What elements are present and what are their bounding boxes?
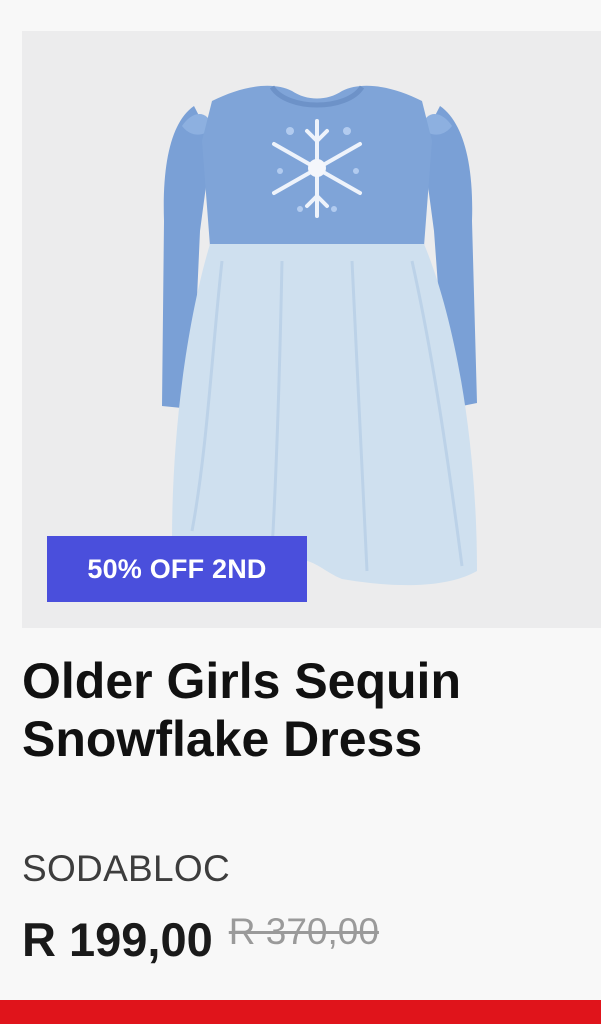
original-price: R 370,00 [228, 911, 379, 952]
accent-bar [0, 1000, 601, 1024]
brand-name: SODABLOC [22, 848, 231, 889]
product-title[interactable]: Older Girls Sequin Snowflake Dress [22, 652, 582, 768]
current-price: R 199,00 [22, 913, 213, 966]
product-card[interactable]: 50% OFF 2ND Older Girls Sequin Snowflake… [0, 0, 601, 1024]
promo-badge: 50% OFF 2ND [47, 536, 307, 602]
price-row: R 199,00 R 370,00 [22, 911, 379, 967]
